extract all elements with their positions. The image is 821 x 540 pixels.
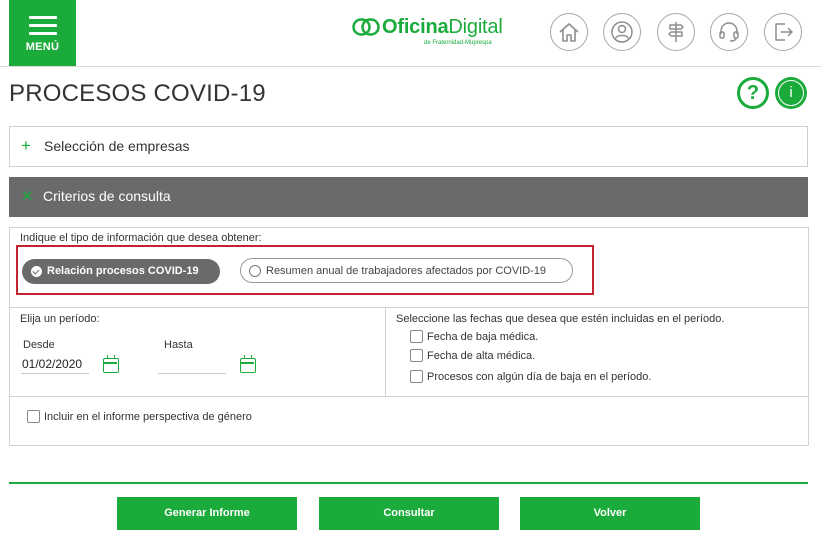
option-label: Resumen anual de trabajadores afectados … (266, 265, 547, 277)
menu-label: MENÚ (25, 41, 60, 53)
criteria-panel: Indique el tipo de información que desea… (9, 227, 809, 446)
logout-icon[interactable] (764, 13, 802, 51)
info-glyph: i (778, 80, 804, 106)
checkbox-box[interactable] (27, 410, 40, 423)
desde-label: Desde (23, 339, 55, 351)
hasta-label: Hasta (164, 339, 193, 351)
checkbox-box[interactable] (410, 330, 423, 343)
home-icon[interactable] (550, 13, 588, 51)
help-icon[interactable]: ? (737, 77, 769, 109)
checkbox-box[interactable] (410, 349, 423, 362)
periodo-label: Elija un período: (20, 313, 100, 325)
radio-circle-icon (249, 265, 261, 277)
brand-name: OficinaDigital (382, 16, 503, 38)
close-icon: ✕ (21, 188, 34, 205)
divider-green (9, 482, 808, 484)
checkbox-label: Incluir en el informe perspectiva de gén… (44, 411, 252, 423)
checkbox-box[interactable] (410, 370, 423, 383)
hasta-date-input[interactable] (158, 355, 226, 374)
option-label: Relación procesos COVID-19 (47, 265, 199, 277)
accordion-criterios-consulta[interactable]: ✕ Criterios de consulta (9, 177, 808, 217)
volver-button[interactable]: Volver (520, 497, 700, 530)
option-resumen-anual[interactable]: Resumen anual de trabajadores afectados … (240, 258, 573, 283)
headset-icon[interactable] (710, 13, 748, 51)
checkbox-label: Procesos con algún día de baja en el per… (427, 371, 652, 383)
desde-date-input[interactable]: 01/02/2020 (21, 355, 89, 374)
calendar-icon[interactable] (103, 355, 119, 373)
type-question-label: Indique el tipo de información que desea… (20, 232, 262, 244)
divider (10, 307, 808, 308)
hamburger-icon (29, 16, 57, 40)
checkbox-label: Fecha de alta médica. (427, 350, 536, 362)
calendar-icon[interactable] (240, 355, 256, 373)
signpost-icon[interactable] (657, 13, 695, 51)
user-icon[interactable] (603, 13, 641, 51)
logo-rings-icon (352, 18, 380, 36)
accordion-label: Criterios de consulta (43, 188, 171, 204)
page-title: PROCESOS COVID-19 (9, 80, 266, 107)
consultar-button[interactable]: Consultar (319, 497, 499, 530)
accordion-label: Selección de empresas (44, 138, 190, 154)
accordion-seleccion-empresas[interactable]: + Selección de empresas (9, 126, 808, 167)
divider (10, 396, 808, 397)
checkbox-label: Fecha de baja médica. (427, 331, 539, 343)
top-header: MENÚ OficinaDigital de Fraternidad-Mupre… (0, 0, 821, 67)
generar-informe-button[interactable]: Generar Informe (117, 497, 297, 530)
brand-tagline: de Fraternidad-Muprespa (424, 40, 492, 46)
fechas-label: Seleccione las fechas que desea que esté… (396, 313, 725, 325)
info-icon[interactable]: i (775, 77, 807, 109)
check-circle-icon (31, 266, 42, 277)
option-relacion-procesos[interactable]: Relación procesos COVID-19 (22, 259, 220, 284)
menu-button[interactable]: MENÚ (9, 0, 76, 66)
plus-icon: + (21, 136, 31, 155)
divider-vertical (385, 308, 386, 396)
